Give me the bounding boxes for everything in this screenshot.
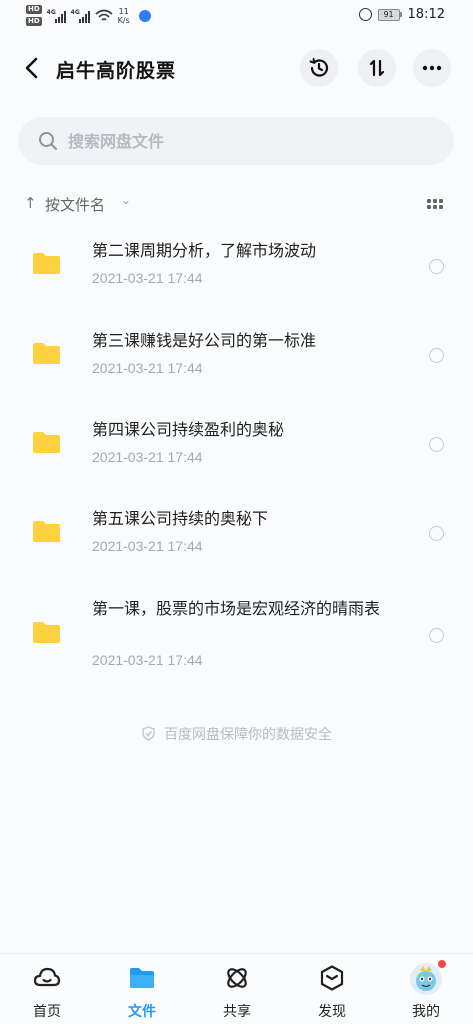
sort-by-name[interactable]: 按文件名: [45, 194, 105, 215]
history-icon: [309, 58, 329, 77]
signal-icon: 4G: [47, 9, 66, 23]
nav-label: 首页: [33, 1004, 61, 1020]
folder-icon: [130, 968, 154, 988]
chevron-down-icon[interactable]: ⌄: [121, 193, 131, 207]
sort-arrow-icon[interactable]: ↑: [24, 194, 37, 212]
file-name: 第二课周期分析，了解市场波动: [92, 241, 317, 260]
sort-row: ↑ 按文件名 ⌄: [0, 190, 473, 220]
nav-files[interactable]: 文件: [102, 954, 182, 1024]
battery-level: 91: [377, 8, 400, 21]
select-radio[interactable]: [429, 259, 444, 274]
grid-view-icon[interactable]: [427, 199, 443, 209]
alarm-icon: [358, 8, 372, 21]
folder-icon: [33, 432, 60, 453]
bottom-nav: 首页 文件 共享 发现 我的: [0, 953, 473, 1024]
nav-home[interactable]: 首页: [7, 954, 87, 1024]
select-radio[interactable]: [429, 348, 444, 363]
more-icon: [422, 65, 442, 71]
search-icon: [39, 132, 57, 150]
header: 启牛高阶股票: [0, 44, 473, 94]
list-item[interactable]: 第三课赚钱是好公司的第一标准 2021-03-21 17:44: [0, 326, 473, 408]
file-date: 2021-03-21 17:44: [92, 449, 203, 465]
signal-icon: 4G: [71, 9, 90, 23]
home-cloud-icon: [33, 967, 61, 987]
wifi-icon: [95, 9, 113, 21]
file-name: 第三课赚钱是好公司的第一标准: [92, 331, 317, 350]
hd-badge: HD: [26, 17, 42, 26]
nav-label: 我的: [412, 1004, 440, 1020]
list-item[interactable]: 第四课公司持续盈利的奥秘 2021-03-21 17:44: [0, 415, 473, 497]
file-name: 第五课公司持续的奥秘下: [92, 509, 269, 528]
security-note: 百度网盘保障你的数据安全: [0, 724, 473, 744]
file-date: 2021-03-21 17:44: [92, 270, 203, 286]
page-title: 启牛高阶股票: [56, 60, 177, 82]
folder-icon: [33, 622, 60, 643]
avatar: [410, 963, 442, 995]
folder-icon: [33, 253, 60, 274]
search-input[interactable]: [68, 117, 438, 165]
nav-label: 发现: [318, 1004, 346, 1020]
hd-badge: HD: [26, 5, 42, 14]
nav-share[interactable]: 共享: [197, 954, 277, 1024]
clock: 18:12: [407, 7, 445, 22]
file-date: 2021-03-21 17:44: [92, 538, 203, 554]
discover-icon: [320, 965, 344, 991]
sort-arrows-icon: [369, 59, 385, 77]
file-date: 2021-03-21 17:44: [92, 652, 203, 668]
shield-icon: [142, 726, 155, 741]
status-bar: HD HD 4G 4G 11 K/s 91 18:12: [0, 0, 473, 34]
more-button[interactable]: [413, 49, 451, 87]
file-name: 第四课公司持续盈利的奥秘: [92, 420, 285, 439]
list-item[interactable]: 第一课，股票的市场是宏观经济的晴雨表 2021-03-21 17:44: [0, 594, 473, 700]
net-speed: 11 K/s: [117, 6, 130, 25]
file-name: 第一课，股票的市场是宏观经济的晴雨表: [92, 599, 381, 618]
select-radio[interactable]: [429, 437, 444, 452]
nav-label: 共享: [223, 1004, 251, 1020]
battery-icon: 91: [377, 8, 402, 21]
folder-icon: [33, 343, 60, 364]
nav-discover[interactable]: 发现: [292, 954, 372, 1024]
vpn-icon: [138, 9, 151, 22]
share-icon: [227, 968, 247, 988]
security-note-text: 百度网盘保障你的数据安全: [164, 727, 332, 743]
search-bar[interactable]: [18, 117, 454, 165]
back-icon[interactable]: [20, 55, 46, 81]
folder-icon: [33, 521, 60, 542]
history-button[interactable]: [300, 49, 338, 87]
list-item[interactable]: 第五课公司持续的奥秘下 2021-03-21 17:44: [0, 504, 473, 586]
list-item[interactable]: 第二课周期分析，了解市场波动 2021-03-21 17:44: [0, 236, 473, 318]
nav-me[interactable]: 我的: [386, 954, 466, 1024]
select-radio[interactable]: [429, 628, 444, 643]
file-date: 2021-03-21 17:44: [92, 360, 203, 376]
notification-dot: [438, 960, 446, 968]
nav-label: 文件: [128, 1004, 156, 1020]
select-radio[interactable]: [429, 526, 444, 541]
sort-button[interactable]: [358, 49, 396, 87]
